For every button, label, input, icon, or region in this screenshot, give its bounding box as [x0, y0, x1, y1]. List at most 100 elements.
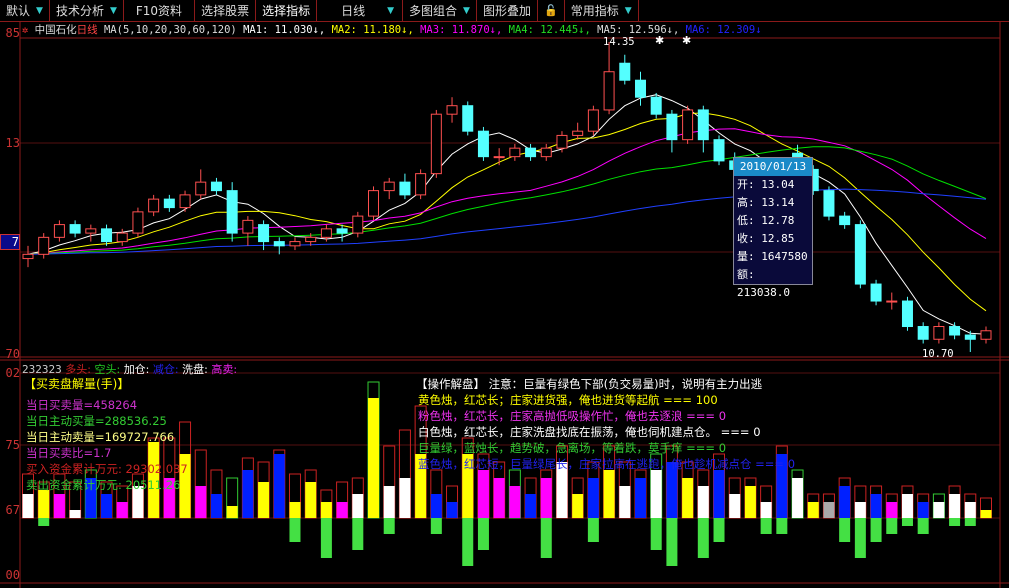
candle[interactable]	[493, 148, 505, 166]
candle[interactable]	[650, 92, 662, 119]
candle[interactable]	[22, 245, 34, 268]
volume-bar[interactable]	[980, 497, 992, 519]
candle[interactable]	[713, 135, 725, 166]
volume-bar[interactable]	[807, 493, 820, 519]
volume-bar[interactable]	[367, 381, 380, 519]
volume-bar[interactable]	[760, 485, 773, 534]
volume-fill	[760, 502, 772, 518]
candle[interactable]	[132, 207, 144, 238]
volume-fill	[101, 494, 113, 518]
volume-bar[interactable]	[822, 493, 835, 519]
volume-bar[interactable]	[304, 469, 317, 519]
volume-bar[interactable]	[226, 477, 239, 519]
volume-bar[interactable]	[194, 449, 207, 519]
candle-body	[116, 232, 128, 243]
candle[interactable]	[462, 101, 474, 136]
candle[interactable]	[619, 54, 631, 85]
candle[interactable]	[383, 177, 395, 200]
candle[interactable]	[634, 71, 646, 106]
volume-bar[interactable]	[273, 449, 286, 519]
candle[interactable]	[666, 109, 678, 153]
candle[interactable]	[415, 169, 427, 200]
candle[interactable]	[242, 216, 254, 246]
volume-bar[interactable]	[508, 469, 521, 519]
volume-fill	[713, 470, 725, 518]
volume-bar[interactable]	[964, 493, 977, 526]
volume-bar[interactable]	[870, 485, 883, 542]
candle[interactable]	[69, 220, 81, 238]
candle[interactable]	[430, 109, 442, 178]
volume-bar[interactable]	[885, 493, 898, 534]
candle[interactable]	[38, 233, 50, 259]
volume-bar[interactable]	[838, 477, 851, 542]
volume-bar[interactable]	[901, 485, 914, 526]
volume-bar[interactable]	[791, 469, 804, 519]
volume-bar[interactable]	[351, 477, 364, 550]
candle[interactable]	[148, 194, 160, 217]
candle[interactable]	[886, 292, 898, 310]
candle[interactable]	[823, 186, 835, 221]
candle[interactable]	[352, 211, 364, 238]
candle[interactable]	[540, 143, 552, 161]
candle[interactable]	[101, 224, 113, 246]
settings-icon[interactable]: ✲	[22, 24, 28, 36]
volume-bar[interactable]	[571, 477, 584, 519]
candle[interactable]	[446, 97, 458, 123]
volume-bar[interactable]	[728, 477, 741, 519]
candle[interactable]	[933, 322, 945, 344]
candle[interactable]	[603, 42, 615, 115]
volume-negative	[917, 518, 929, 534]
candle[interactable]	[289, 237, 301, 251]
candle[interactable]	[682, 105, 694, 144]
volume-bar[interactable]	[524, 477, 537, 519]
candle[interactable]	[854, 220, 866, 289]
volume-bar[interactable]	[320, 489, 333, 558]
candle[interactable]	[509, 143, 521, 161]
volume-bar[interactable]	[932, 493, 945, 519]
candle[interactable]	[179, 190, 191, 212]
volume-bar[interactable]	[241, 457, 254, 519]
volume-bar[interactable]	[744, 477, 757, 519]
candle[interactable]	[572, 122, 584, 140]
candle-body	[493, 156, 505, 159]
volume-bar[interactable]	[210, 469, 223, 519]
candle[interactable]	[226, 182, 238, 242]
candle[interactable]	[368, 186, 380, 221]
volume-bar[interactable]	[854, 485, 867, 558]
candle[interactable]	[53, 220, 65, 242]
volume-bar[interactable]	[948, 485, 961, 526]
candle[interactable]	[980, 326, 992, 344]
volume-bar[interactable]	[430, 469, 443, 534]
candle[interactable]	[85, 224, 97, 242]
volume-bar[interactable]	[398, 429, 411, 519]
candle[interactable]	[477, 126, 489, 161]
volume-bar[interactable]	[383, 445, 396, 534]
candle[interactable]	[525, 143, 537, 161]
candle[interactable]	[399, 173, 411, 200]
volume-bar[interactable]	[257, 461, 270, 519]
candle-body	[53, 224, 65, 238]
candle[interactable]	[697, 105, 709, 153]
candle[interactable]	[917, 322, 929, 344]
ma1-value: MA1: 11.030↓,	[243, 24, 326, 36]
volume-bar[interactable]	[697, 469, 710, 558]
volume-bar[interactable]	[917, 493, 930, 534]
candle[interactable]	[336, 224, 348, 242]
candle[interactable]	[587, 105, 599, 136]
kline-chart[interactable]	[0, 0, 1009, 588]
candle[interactable]	[949, 322, 961, 340]
candle[interactable]	[870, 279, 882, 306]
volume-bar[interactable]	[288, 473, 301, 542]
volume-bar[interactable]	[634, 469, 647, 519]
candle[interactable]	[195, 169, 207, 200]
volume-bar[interactable]	[446, 485, 459, 519]
candle-body	[383, 181, 395, 192]
volume-bar[interactable]	[587, 461, 600, 542]
volume-bar[interactable]	[540, 469, 553, 558]
candle[interactable]	[163, 194, 175, 212]
volume-bar[interactable]	[336, 481, 349, 519]
candle[interactable]	[556, 131, 568, 153]
candle[interactable]	[901, 296, 913, 331]
candle[interactable]	[839, 211, 851, 229]
candle[interactable]	[210, 177, 222, 195]
